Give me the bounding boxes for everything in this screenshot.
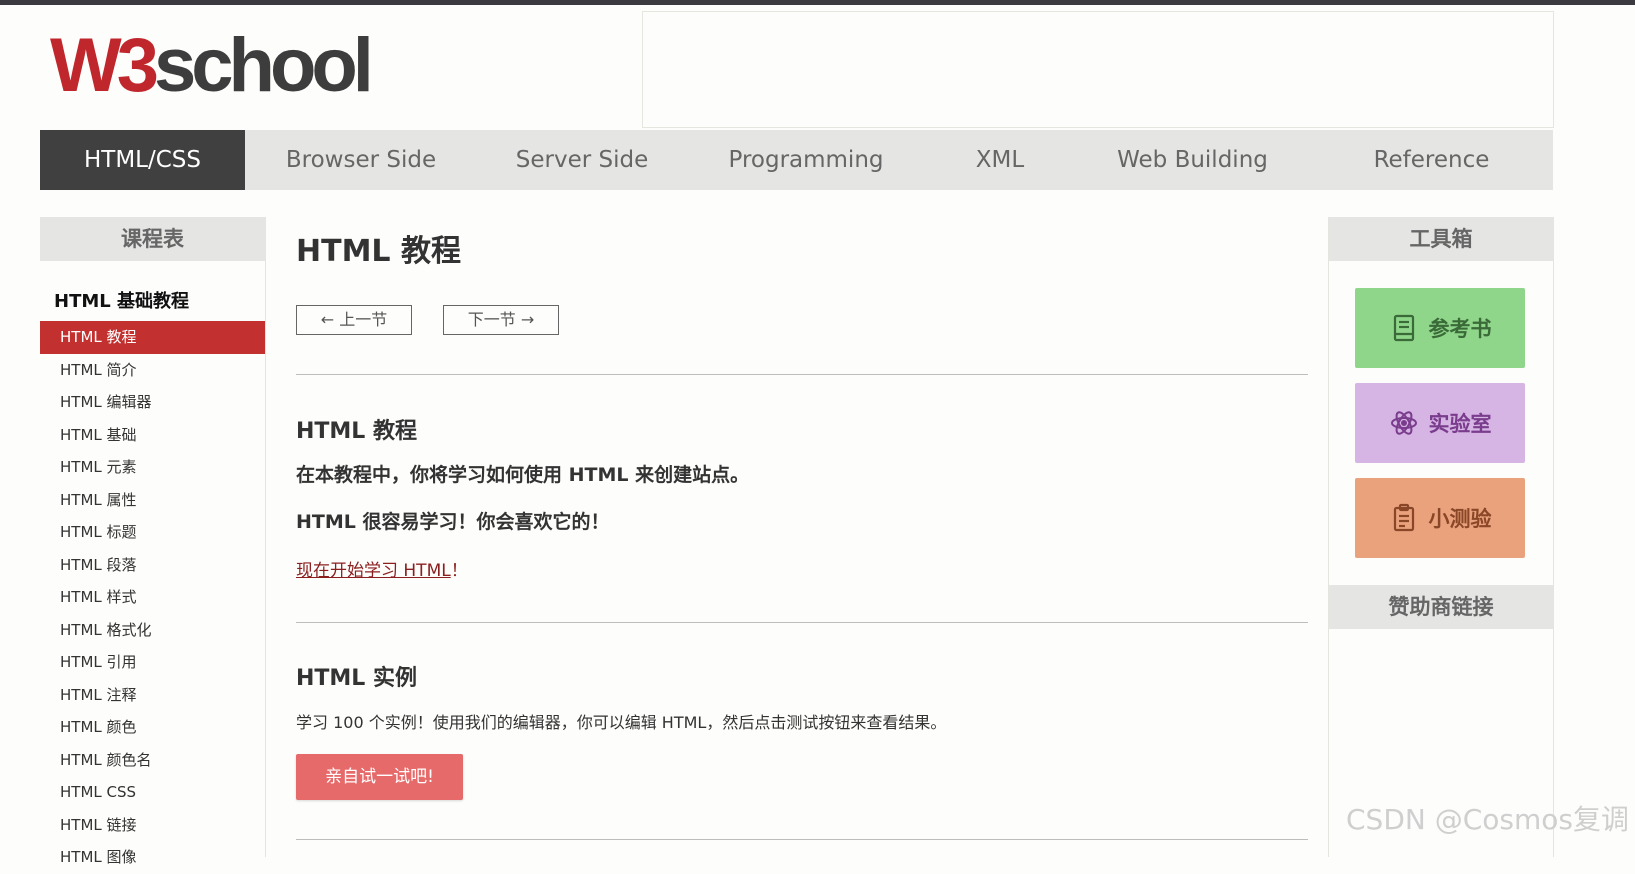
watermark: CSDN @Cosmos复调 (1346, 803, 1629, 836)
nav-item-programming[interactable]: Programming (687, 130, 925, 190)
lab-label: 实验室 (1428, 412, 1492, 436)
section-heading-tutorial: HTML 教程 (296, 419, 417, 444)
section-heading-examples: HTML 实例 (296, 666, 417, 691)
atom-icon (1390, 411, 1417, 435)
top-border (0, 0, 1635, 5)
start-learning-line: 现在开始学习 HTML！ (296, 556, 468, 581)
sponsor-header: 赞助商链接 (1329, 585, 1553, 629)
pager: ← 上一节 下一节 → (296, 305, 896, 337)
sidebar-item-html-basic[interactable]: HTML 基础 (40, 419, 265, 452)
divider (296, 839, 1308, 840)
sidebar-item-html-quotations[interactable]: HTML 引用 (40, 646, 265, 679)
try-it-button[interactable]: 亲自试一试吧! (296, 754, 463, 800)
page-title: HTML 教程 (296, 234, 461, 269)
sidebar-item-html-headings[interactable]: HTML 标题 (40, 516, 265, 549)
sidebar-item-html-comments[interactable]: HTML 注释 (40, 679, 265, 712)
sidebar-item-html-color-names[interactable]: HTML 颜色名 (40, 744, 265, 777)
quiz-label: 小测验 (1428, 507, 1492, 531)
clipboard-icon (1393, 503, 1414, 532)
quiz-button[interactable]: 小测验 (1355, 478, 1525, 558)
right-sidebar: 工具箱 参考书 实验室 小测验 赞助商链接 (1328, 217, 1554, 857)
nav-item-web-building[interactable]: Web Building (1075, 130, 1310, 190)
main-content: HTML 教程 ← 上一节 下一节 → HTML 教程 在本教程中，你将学习如何… (296, 217, 1308, 840)
sidebar-item-html-links[interactable]: HTML 链接 (40, 809, 265, 842)
divider (296, 374, 1308, 375)
sidebar-item-html-tutorial[interactable]: HTML 教程 (40, 321, 265, 354)
sidebar-item-html-attributes[interactable]: HTML 属性 (40, 484, 265, 517)
sidebar-menu: HTML 教程 HTML 简介 HTML 编辑器 HTML 基础 HTML 元素… (40, 321, 265, 874)
sidebar-item-html-css[interactable]: HTML CSS (40, 776, 265, 809)
nav-item-html-css[interactable]: HTML/CSS (40, 130, 245, 190)
sidebar-item-html-intro[interactable]: HTML 简介 (40, 354, 265, 387)
w3school-logo[interactable]: W3school (50, 28, 374, 104)
sidebar-item-html-formatting[interactable]: HTML 格式化 (40, 614, 265, 647)
examples-description: 学习 100 个实例！使用我们的编辑器，你可以编辑 HTML，然后点击测试按钮来… (296, 713, 947, 732)
lab-button[interactable]: 实验室 (1355, 383, 1525, 463)
sidebar-item-html-styles[interactable]: HTML 样式 (40, 581, 265, 614)
sidebar-item-html-editor[interactable]: HTML 编辑器 (40, 386, 265, 419)
intro-line-2: HTML 很容易学习！你会喜欢它的！ (296, 511, 610, 533)
nav-item-server-side[interactable]: Server Side (477, 130, 687, 190)
toolbox-header: 工具箱 (1329, 217, 1553, 261)
start-learning-suffix: ！ (450, 561, 468, 581)
main-nav: HTML/CSS Browser Side Server Side Progra… (40, 130, 1553, 190)
next-button[interactable]: 下一节 → (443, 305, 559, 335)
prev-button[interactable]: ← 上一节 (296, 305, 412, 335)
start-learning-link[interactable]: 现在开始学习 HTML (296, 561, 451, 581)
divider (296, 622, 1308, 623)
nav-item-reference[interactable]: Reference (1310, 130, 1553, 190)
intro-line-1: 在本教程中，你将学习如何使用 HTML 来创建站点。 (296, 464, 750, 486)
sidebar-item-html-colors[interactable]: HTML 颜色 (40, 711, 265, 744)
book-icon (1393, 314, 1414, 342)
sidebar-item-html-paragraphs[interactable]: HTML 段落 (40, 549, 265, 582)
banner-ad-area (642, 11, 1554, 128)
logo-w3: W3 (50, 23, 159, 108)
sidebar-section-title: HTML 基础教程 (54, 291, 189, 312)
nav-item-browser-side[interactable]: Browser Side (245, 130, 477, 190)
sidebar-header: 课程表 (40, 217, 265, 261)
nav-item-xml[interactable]: XML (925, 130, 1075, 190)
reference-button[interactable]: 参考书 (1355, 288, 1525, 368)
left-sidebar: 课程表 HTML 基础教程 HTML 教程 HTML 简介 HTML 编辑器 H… (40, 217, 266, 866)
logo-school: school (154, 23, 374, 108)
sidebar-item-html-elements[interactable]: HTML 元素 (40, 451, 265, 484)
sidebar-item-html-images[interactable]: HTML 图像 (40, 841, 265, 874)
reference-label: 参考书 (1428, 317, 1492, 341)
